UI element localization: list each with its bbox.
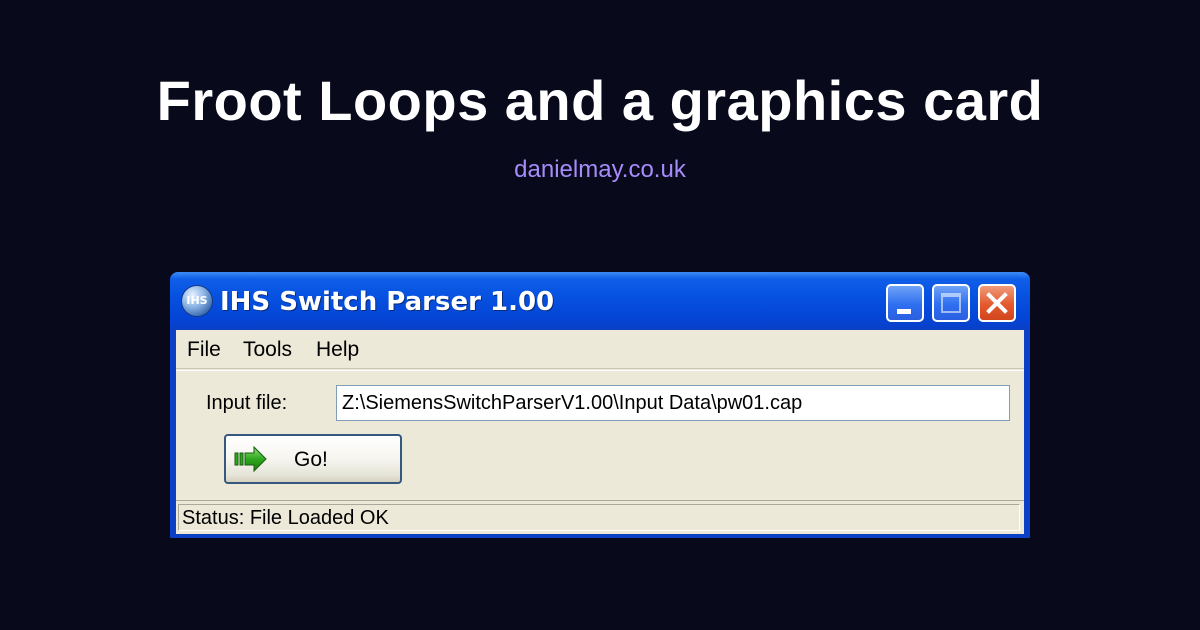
go-button[interactable]: Go!: [224, 434, 402, 484]
menu-tools[interactable]: Tools: [243, 337, 292, 363]
menu-help[interactable]: Help: [316, 337, 359, 363]
maximize-icon: [941, 293, 961, 313]
input-file-label: Input file:: [206, 392, 288, 414]
minimize-icon: [897, 309, 911, 314]
input-file-field[interactable]: [336, 385, 1010, 421]
green-arrow-icon: [234, 445, 267, 473]
menu-file[interactable]: File: [187, 337, 221, 363]
menu-divider: [176, 370, 1024, 371]
close-icon: [986, 292, 1008, 314]
site-url[interactable]: danielmay.co.uk: [0, 155, 1200, 185]
status-panel: Status: File Loaded OK: [178, 504, 1020, 531]
page-title: Froot Loops and a graphics card: [156, 69, 1044, 132]
window-titlebar[interactable]: IHS IHS Switch Parser 1.00: [170, 272, 1030, 330]
menu-bar: File Tools Help: [176, 330, 1024, 369]
status-bar: Status: File Loaded OK: [176, 500, 1024, 534]
maximize-button[interactable]: [932, 284, 970, 322]
close-button[interactable]: [978, 284, 1016, 322]
minimize-button[interactable]: [886, 284, 924, 322]
window-title: IHS Switch Parser 1.00: [220, 287, 555, 317]
ihs-logo-icon[interactable]: IHS: [182, 286, 212, 316]
app-window: IHS IHS Switch Parser 1.00 File Tools He…: [170, 272, 1030, 538]
window-client-area: File Tools Help Input file: Go!: [176, 330, 1024, 534]
status-text: Status: File Loaded OK: [182, 507, 389, 529]
go-button-label: Go!: [294, 448, 328, 471]
